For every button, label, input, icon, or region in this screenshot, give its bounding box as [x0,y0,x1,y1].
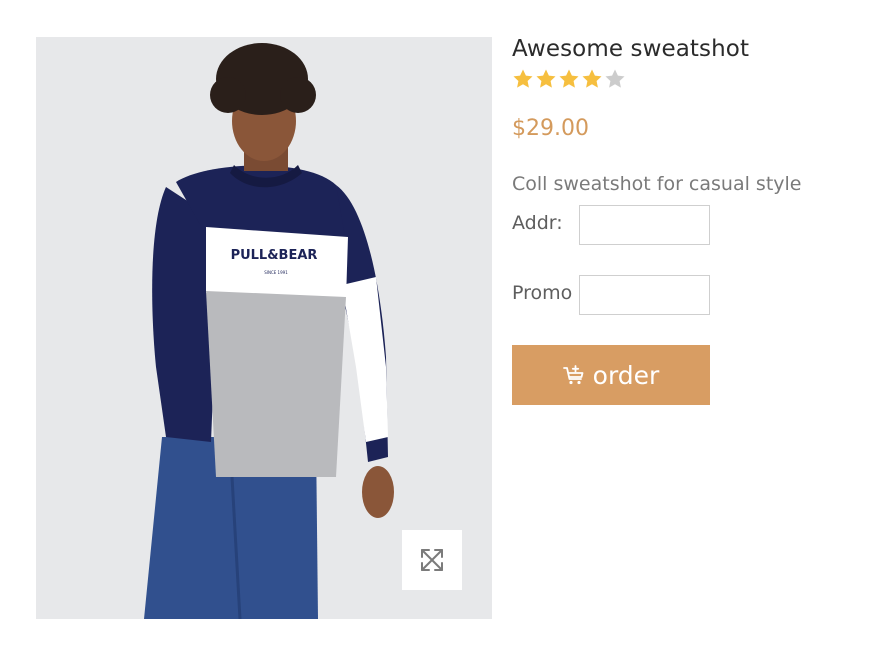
star-filled-icon [559,69,579,88]
star-rating [512,68,626,90]
product-page: PULL&BEAR SINCE 1991 Awesome sweatshot $… [0,0,882,665]
order-button-label: order [592,360,660,390]
order-button[interactable]: order [512,345,710,405]
star-filled-icon [582,69,602,88]
zoom-button[interactable] [402,530,462,590]
promo-input[interactable] [579,275,710,315]
logo-subtitle: SINCE 1991 [264,270,288,275]
star-empty-icon [605,69,625,88]
addr-label: Addr: [512,212,563,234]
logo-text: PULL&BEAR [231,248,318,263]
product-price: $29.00 [512,116,589,141]
product-description: Coll sweatshot for casual style [512,173,802,195]
promo-label: Promo [512,282,573,304]
product-title: Awesome sweatshot [512,36,750,62]
product-image: PULL&BEAR SINCE 1991 [36,37,492,619]
star-filled-icon [513,69,533,88]
cart-add-icon [562,365,584,385]
addr-input[interactable] [579,205,710,245]
star-filled-icon [536,69,556,88]
expand-icon [421,549,443,571]
